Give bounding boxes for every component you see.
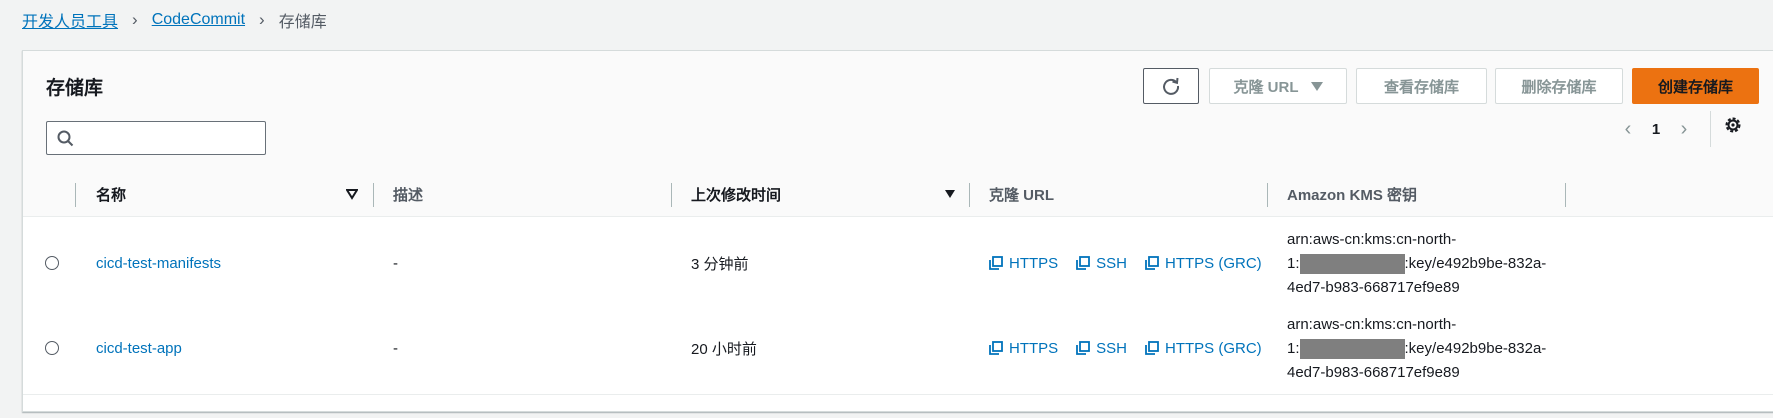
page-title: 存储库 — [46, 78, 104, 99]
search-icon — [57, 130, 74, 147]
copy-icon — [989, 341, 1003, 355]
repository-description: - — [393, 339, 398, 357]
chevron-right-icon: › — [259, 10, 265, 29]
panel-header: 存储库 克隆 URL 查看存储库 删除存储库 创建存储库 ‹ 1 › — [23, 51, 1773, 174]
sort-down-icon[interactable] — [346, 188, 358, 200]
kms-key-suffix: :key/e492b9be-832a- — [1404, 255, 1547, 272]
next-page-icon[interactable]: › — [1674, 118, 1694, 141]
pagination: ‹ 1 › — [1618, 117, 1694, 141]
kms-key-line: arn:aws-cn:kms:cn-north- — [1287, 316, 1457, 333]
breadcrumb-codecommit[interactable]: CodeCommit — [152, 11, 245, 29]
refresh-button[interactable] — [1143, 68, 1199, 104]
column-divider — [1565, 183, 1566, 207]
kms-key-line: 4ed7-b983-668717ef9e89 — [1287, 364, 1460, 381]
column-divider — [75, 183, 76, 207]
kms-key-value: arn:aws-cn:kms:cn-north- 1: :key/e492b9be… — [1287, 313, 1577, 385]
ssh-label: SSH — [1096, 339, 1128, 357]
breadcrumb-current: 存储库 — [278, 14, 327, 31]
divider — [1710, 111, 1711, 147]
kms-key-value: arn:aws-cn:kms:cn-north- 1: :key/e492b9be… — [1287, 228, 1577, 300]
previous-page-icon[interactable]: ‹ — [1618, 118, 1638, 141]
https-grc-label: HTTPS (GRC) — [1165, 339, 1262, 357]
kms-key-line: 4ed7-b983-668717ef9e89 — [1287, 279, 1460, 296]
repository-name-link[interactable]: cicd-test-app — [96, 340, 182, 357]
column-divider — [969, 183, 970, 207]
copy-https-grc-link[interactable]: HTTPS (GRC) — [1145, 340, 1262, 357]
breadcrumb: 开发人员工具 › CodeCommit › 存储库 — [22, 8, 327, 32]
copy-ssh-link[interactable]: SSH — [1076, 340, 1127, 357]
redaction-block — [1299, 339, 1405, 360]
kms-key-line: 1: :key/e492b9be-832a- — [1287, 252, 1577, 276]
column-header-name[interactable]: 名称 — [96, 173, 126, 216]
column-header-kms-key: Amazon KMS 密钥 — [1287, 187, 1418, 204]
gear-icon[interactable] — [1723, 115, 1743, 135]
https-grc-label: HTTPS (GRC) — [1165, 254, 1262, 272]
copy-icon — [989, 256, 1003, 270]
caret-down-icon — [1310, 81, 1323, 91]
kms-key-line: 1: :key/e492b9be-832a- — [1287, 337, 1577, 361]
copy-icon — [1145, 341, 1159, 355]
column-divider — [1267, 183, 1268, 207]
last-modified-value: 20 小时前 — [691, 340, 757, 358]
copy-icon — [1076, 256, 1091, 270]
column-header-description: 描述 — [393, 187, 424, 204]
column-header-last-modified[interactable]: 上次修改时间 — [691, 173, 781, 216]
breadcrumb-developer-tools[interactable]: 开发人员工具 — [22, 8, 118, 32]
search-input[interactable] — [81, 126, 261, 152]
kms-key-line: arn:aws-cn:kms:cn-north- — [1287, 231, 1457, 248]
copy-https-link[interactable]: HTTPS — [989, 255, 1058, 272]
https-label: HTTPS — [1009, 339, 1059, 357]
delete-repository-button[interactable]: 删除存储库 — [1495, 68, 1623, 104]
clone-url-label: 克隆 URL — [1233, 78, 1299, 96]
copy-icon — [1076, 341, 1091, 355]
create-repository-button[interactable]: 创建存储库 — [1632, 68, 1759, 104]
ssh-label: SSH — [1096, 254, 1128, 272]
kms-key-suffix: :key/e492b9be-832a- — [1404, 340, 1547, 357]
column-divider — [671, 183, 672, 207]
table-header: 名称 描述 上次修改时间 克隆 URL Amazon KMS 密钥 — [23, 173, 1773, 217]
table-row: cicd-test-manifests - 3 分钟前 HTTPS SSH HT… — [23, 217, 1773, 310]
kms-key-prefix: 1: — [1287, 255, 1300, 272]
kms-key-prefix: 1: — [1287, 340, 1300, 357]
view-repository-button[interactable]: 查看存储库 — [1356, 68, 1487, 104]
row-select-radio[interactable] — [45, 341, 59, 355]
refresh-icon — [1163, 77, 1180, 95]
page-number[interactable]: 1 — [1638, 121, 1674, 138]
repositories-panel: 存储库 克隆 URL 查看存储库 删除存储库 创建存储库 ‹ 1 › 名称 描述… — [22, 50, 1773, 412]
column-divider — [373, 183, 374, 207]
copy-ssh-link[interactable]: SSH — [1076, 255, 1127, 272]
repository-description: - — [393, 254, 398, 272]
row-select-radio[interactable] — [45, 256, 59, 270]
copy-https-link[interactable]: HTTPS — [989, 340, 1058, 357]
table-row: cicd-test-app - 20 小时前 HTTPS SSH HTTPS (… — [23, 302, 1773, 395]
last-modified-value: 3 分钟前 — [691, 255, 749, 273]
sort-down-filled-icon[interactable] — [944, 188, 956, 200]
https-label: HTTPS — [1009, 254, 1059, 272]
search-field[interactable] — [46, 121, 266, 155]
clone-url-button[interactable]: 克隆 URL — [1209, 68, 1347, 104]
column-header-clone-url: 克隆 URL — [989, 187, 1054, 204]
chevron-right-icon: › — [132, 10, 138, 29]
copy-icon — [1145, 256, 1159, 270]
copy-https-grc-link[interactable]: HTTPS (GRC) — [1145, 255, 1262, 272]
redaction-block — [1299, 254, 1405, 275]
repository-name-link[interactable]: cicd-test-manifests — [96, 255, 221, 272]
